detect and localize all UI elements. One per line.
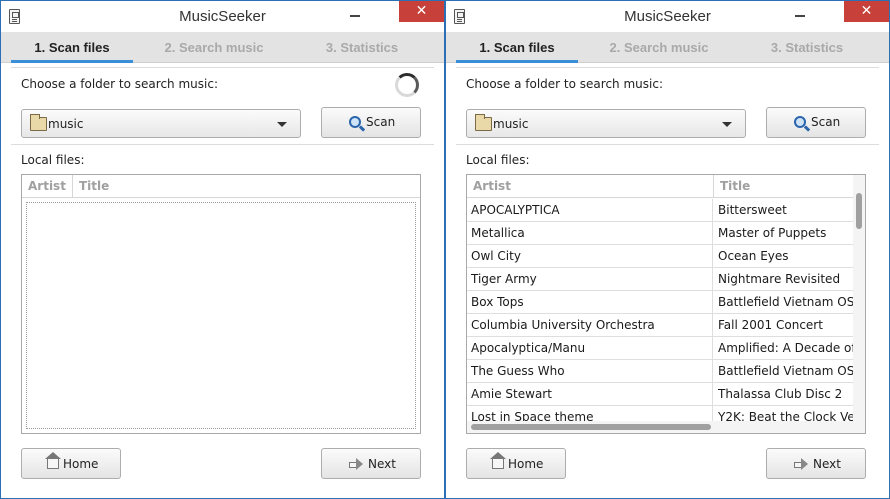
column-header-artist[interactable]: Artist (467, 175, 714, 198)
local-files-label: Local files: (21, 153, 85, 167)
cell-artist: Amie Stewart (467, 383, 713, 405)
tab-search-music[interactable]: 2. Search music (593, 32, 725, 63)
table-row[interactable]: APOCALYPTICA Bittersweet (467, 199, 854, 222)
folder-select-value: music (48, 117, 84, 131)
horizontal-scrollbar-thumb[interactable] (471, 424, 711, 430)
home-button[interactable]: Home (466, 448, 566, 479)
divider (11, 144, 434, 145)
home-icon (45, 452, 61, 469)
home-button-label: Home (63, 457, 99, 471)
cell-title: Ocean Eyes (718, 249, 789, 263)
cell-artist: Tiger Army (467, 268, 713, 290)
table-row[interactable]: Columbia University Orchestra Fall 2001 C… (467, 314, 854, 337)
home-icon (490, 452, 506, 469)
cell-title: Bittersweet (718, 203, 787, 217)
table-row[interactable]: Metallica Master of Puppets (467, 222, 854, 245)
loading-spinner-icon (395, 73, 419, 97)
next-button[interactable]: Next (766, 448, 866, 479)
table-row[interactable]: Owl City Ocean Eyes (467, 245, 854, 268)
cell-title: Master of Puppets (718, 226, 827, 240)
divider (456, 144, 879, 145)
cell-artist: The Guess Who (467, 360, 713, 382)
cell-artist: Owl City (467, 245, 713, 267)
cell-artist: Columbia University Orchestra (467, 314, 713, 336)
window-title: MusicSeeker (179, 8, 266, 25)
cell-title: Battlefield Vietnam OST (718, 295, 854, 309)
chevron-down-icon (277, 122, 287, 127)
right-window: MusicSeeker ✕ 1. Scan files 2. Search mu… (445, 0, 890, 499)
window-title: MusicSeeker (624, 8, 711, 25)
tab-scan-files[interactable]: 1. Scan files (456, 32, 578, 63)
divider (456, 67, 879, 68)
cell-artist: Box Tops (467, 291, 713, 313)
search-icon (349, 116, 361, 128)
scan-button[interactable]: Scan (321, 107, 421, 138)
cell-artist: Metallica (467, 222, 713, 244)
next-button[interactable]: Next (321, 448, 421, 479)
table-row[interactable]: The Guess Who Battlefield Vietnam OST (467, 360, 854, 383)
close-button[interactable]: ✕ (399, 1, 444, 22)
cell-title: Fall 2001 Concert (718, 318, 823, 332)
scan-button-label: Scan (811, 115, 841, 129)
chevron-down-icon (722, 122, 732, 127)
home-button[interactable]: Home (21, 448, 121, 479)
next-button-label: Next (368, 457, 396, 471)
minimize-button[interactable] (787, 1, 813, 23)
table-row[interactable]: Tiger Army Nightmare Revisited (467, 268, 854, 291)
tab-statistics[interactable]: 3. Statistics (296, 32, 428, 63)
scan-button-label: Scan (366, 115, 396, 129)
cell-title: Amplified: A Decade of (718, 341, 854, 355)
folder-icon (30, 114, 47, 131)
cell-title: Battlefield Vietnam OST (718, 364, 854, 378)
home-button-label: Home (508, 457, 544, 471)
local-files-table[interactable]: Artist Title (21, 174, 421, 434)
next-button-label: Next (813, 457, 841, 471)
divider (11, 67, 434, 68)
choose-folder-label: Choose a folder to search music: (466, 77, 663, 91)
cell-artist: Apocalyptica/Manu (467, 337, 713, 359)
table-row[interactable]: Box Tops Battlefield Vietnam OST (467, 291, 854, 314)
arrow-right-icon (794, 458, 808, 470)
cell-title: Thalassa Club Disc 2 (718, 387, 843, 401)
column-header-artist[interactable]: Artist (22, 175, 73, 198)
folder-select[interactable]: music (21, 109, 301, 138)
close-button[interactable]: ✕ (844, 1, 889, 22)
tab-statistics[interactable]: 3. Statistics (741, 32, 873, 63)
title-bar[interactable]: MusicSeeker ✕ (446, 1, 889, 32)
table-header: Artist Title (467, 175, 865, 198)
folder-select[interactable]: music (466, 109, 746, 138)
column-header-title[interactable]: Title (714, 175, 854, 198)
wizard-tabs: 1. Scan files 2. Search music 3. Statist… (446, 32, 889, 63)
vertical-scrollbar[interactable] (853, 175, 865, 421)
table-header: Artist Title (22, 175, 420, 198)
local-files-label: Local files: (466, 153, 530, 167)
title-bar[interactable]: MusicSeeker ✕ (1, 1, 444, 32)
search-icon (794, 116, 806, 128)
tab-scan-files[interactable]: 1. Scan files (11, 32, 133, 63)
folder-icon (475, 114, 492, 131)
table-row[interactable]: Apocalyptica/Manu Amplified: A Decade of (467, 337, 854, 360)
cell-title: Nightmare Revisited (718, 272, 841, 286)
folder-select-value: music (493, 117, 529, 131)
local-files-table[interactable]: Artist Title APOCALYPTICA Bittersweet Meta… (466, 174, 866, 434)
empty-table-area (26, 202, 416, 429)
minimize-button[interactable] (342, 1, 368, 23)
horizontal-scrollbar[interactable] (467, 421, 865, 433)
arrow-right-icon (349, 458, 363, 470)
choose-folder-label: Choose a folder to search music: (21, 77, 218, 91)
column-header-title[interactable]: Title (73, 175, 420, 198)
cell-artist: APOCALYPTICA (467, 199, 713, 221)
tab-search-music[interactable]: 2. Search music (148, 32, 280, 63)
wizard-tabs: 1. Scan files 2. Search music 3. Statist… (1, 32, 444, 63)
vertical-scrollbar-thumb[interactable] (856, 193, 862, 229)
table-row[interactable]: Amie Stewart Thalassa Club Disc 2 (467, 383, 854, 406)
left-window: MusicSeeker ✕ 1. Scan files 2. Search mu… (0, 0, 445, 499)
scan-button[interactable]: Scan (766, 107, 866, 138)
